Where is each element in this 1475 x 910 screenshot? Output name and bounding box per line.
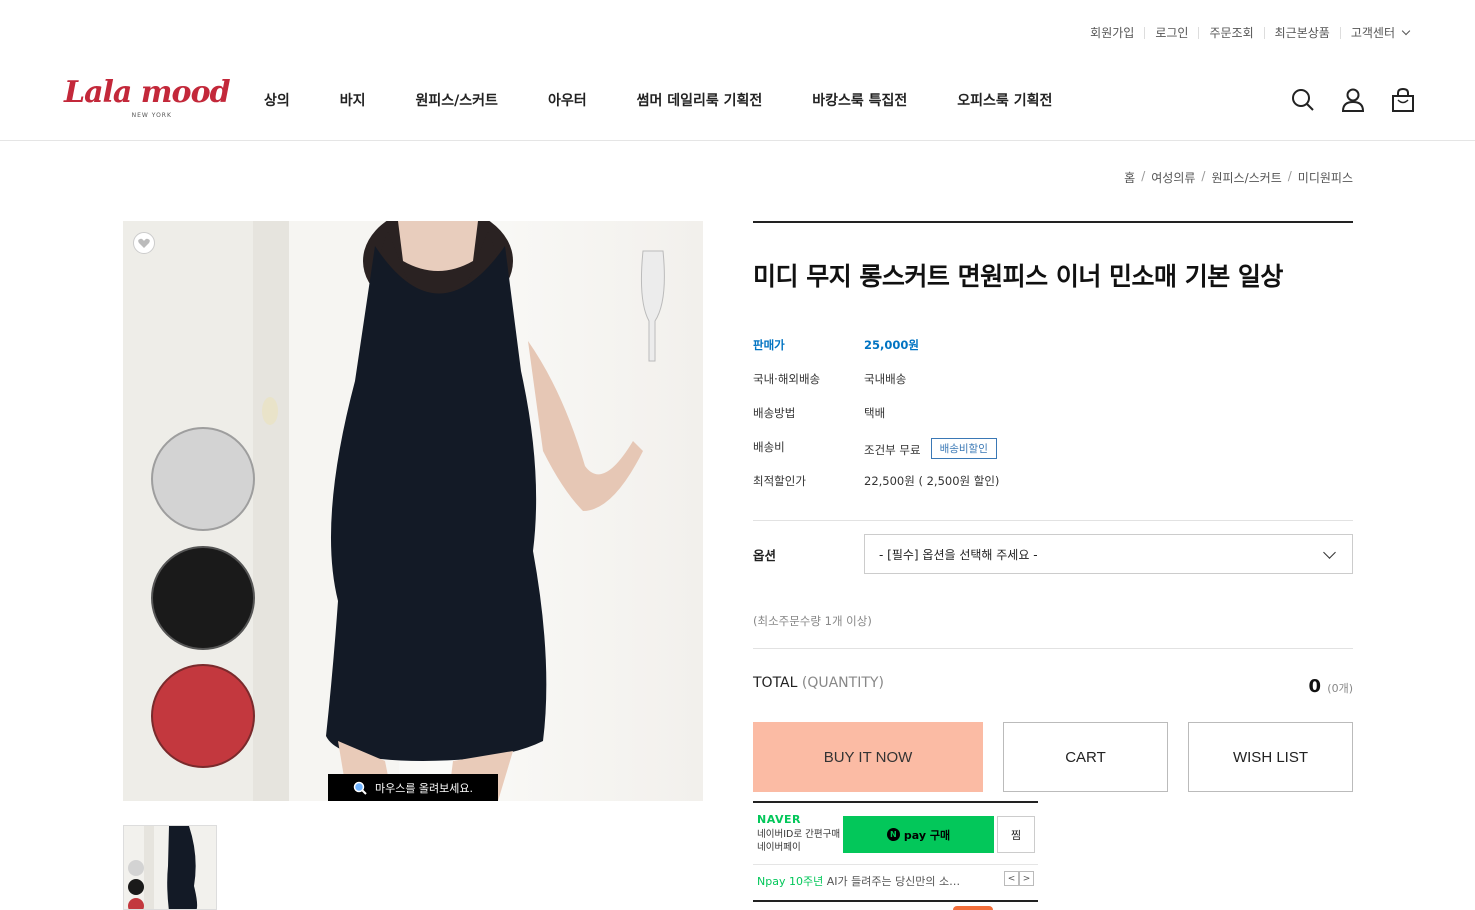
- total-quantity-text: (QUANTITY): [801, 675, 884, 691]
- spec-value: 22,500원 ( 2,500원 할인): [864, 474, 1000, 488]
- nav-item-tops[interactable]: 상의: [264, 90, 290, 110]
- breadcrumb-home[interactable]: 홈: [1124, 169, 1135, 186]
- header-icons: [1289, 86, 1417, 114]
- total-count: (0개): [1327, 682, 1353, 695]
- spec-row-price: 판매가 25,000원: [753, 337, 1353, 371]
- nav-item-summer-daily[interactable]: 썸머 데일리룩 기획전: [637, 90, 763, 110]
- naver-brand: NAVER: [757, 813, 801, 826]
- naver-promo[interactable]: Npay 10주년 AI가 들려주는 당신만의 소…: [757, 873, 960, 889]
- spec-key: 배송비: [753, 440, 785, 454]
- divider: [753, 648, 1353, 649]
- naver-badge-partial: [953, 906, 993, 910]
- nav-item-office[interactable]: 오피스룩 기획전: [957, 90, 1052, 110]
- product-photo: [123, 221, 665, 801]
- nav-item-vacation[interactable]: 바캉스룩 특집전: [812, 90, 907, 110]
- spec-value: 25,000원: [864, 338, 919, 352]
- naver-desc-line1: 네이버ID로 간편구매: [757, 829, 841, 840]
- naver-pay-box: NAVER 네이버ID로 간편구매 네이버페이 N pay 구매 찜 Npay …: [753, 801, 1038, 910]
- breadcrumb-womens[interactable]: 여성의류: [1151, 169, 1195, 186]
- naver-promo-highlight: Npay 10주년: [757, 875, 824, 888]
- product-main-image[interactable]: [123, 221, 703, 801]
- product-thumbnail[interactable]: [123, 825, 217, 910]
- naver-pay-buy-button[interactable]: N pay 구매: [843, 816, 994, 853]
- option-label: 옵션: [753, 548, 777, 563]
- chevron-down-icon: [1323, 546, 1336, 559]
- spec-key: 최적할인가: [753, 474, 806, 488]
- nav-item-outer[interactable]: 아우터: [548, 90, 587, 110]
- buy-now-button[interactable]: BUY IT NOW: [753, 722, 983, 792]
- spec-key: 국내·해외배송: [753, 372, 821, 386]
- spec-value: 국내배송: [864, 372, 907, 386]
- total-text: TOTAL: [753, 675, 798, 691]
- min-order-note: (최소주문수량 1개 이상): [753, 614, 872, 628]
- logo-subtext: NEW YORK: [131, 112, 172, 119]
- order-lookup-link[interactable]: 주문조회: [1198, 27, 1263, 39]
- cart-button[interactable]: CART: [1003, 722, 1168, 792]
- naver-pay-buy-label: pay 구매: [903, 828, 951, 842]
- chevron-down-icon: [1401, 26, 1411, 36]
- total-value: 0 (0개): [1308, 676, 1353, 697]
- top-utility-links: 회원가입 로그인 주문조회 최근본상품 고객센터: [1080, 26, 1419, 40]
- logo-text: Lala mood: [64, 75, 231, 110]
- spec-row-best-discount: 최적할인가 22,500원 ( 2,500원 할인): [753, 473, 1353, 507]
- swatch-red: [151, 664, 255, 768]
- login-link[interactable]: 로그인: [1144, 27, 1198, 39]
- option-select[interactable]: - [필수] 옵션을 선택해 주세요 -: [864, 534, 1353, 574]
- naver-pay-description: 네이버ID로 간편구매 네이버페이: [757, 828, 840, 854]
- recent-items-link[interactable]: 최근본상품: [1263, 27, 1340, 39]
- chevron-right-icon[interactable]: >: [1019, 871, 1034, 886]
- product-specs: 판매가 25,000원 국내·해외배송 국내배송 배송방법 택배 배송비 조건부…: [753, 337, 1353, 507]
- zoom-hint-text: 마우스를 올려보세요.: [374, 781, 474, 795]
- breadcrumb-dresses[interactable]: 원피스/스커트: [1211, 169, 1281, 186]
- product-title: 미디 무지 롱스커트 면원피스 이너 민소매 기본 일상: [753, 262, 1283, 291]
- customer-center-link[interactable]: 고객센터: [1339, 26, 1419, 40]
- naver-promo-text: AI가 들려주는 당신만의 소…: [826, 875, 961, 888]
- heart-icon[interactable]: [133, 232, 155, 254]
- product-info: 미디 무지 롱스커트 면원피스 이너 민소매 기본 일상 판매가 25,000원…: [753, 221, 1353, 507]
- wish-list-button[interactable]: WISH LIST: [1188, 722, 1353, 792]
- shipping-fee-value: 조건부 무료: [864, 442, 921, 457]
- swatch-light-gray: [151, 427, 255, 531]
- shipping-discount-badge[interactable]: 배송비할인: [930, 438, 997, 459]
- site-header: Lala mood NEW YORK 상의 바지 원피스/스커트 아우터 썸머 …: [0, 60, 1475, 141]
- spec-value: 택배: [864, 406, 886, 420]
- spec-row-delivery-method: 배송방법 택배: [753, 405, 1353, 439]
- customer-center-label: 고객센터: [1350, 26, 1395, 40]
- zoom-hint: 마우스를 올려보세요.: [328, 774, 498, 801]
- divider: [753, 520, 1353, 521]
- total-amount: 0: [1308, 676, 1322, 697]
- spec-row-shipping-fee: 배송비 조건부 무료 배송비할인: [753, 438, 1353, 473]
- spec-key: 판매가: [753, 338, 785, 352]
- cart-bag-icon[interactable]: [1389, 86, 1417, 114]
- naver-wish-button[interactable]: 찜: [997, 816, 1035, 853]
- spec-row-delivery-region: 국내·해외배송 국내배송: [753, 371, 1353, 405]
- chevron-left-icon[interactable]: <: [1004, 871, 1019, 886]
- nav-item-pants[interactable]: 바지: [340, 90, 366, 110]
- user-icon[interactable]: [1339, 86, 1367, 114]
- signup-link[interactable]: 회원가입: [1080, 27, 1144, 39]
- breadcrumb: 홈 / 여성의류 / 원피스/스커트 / 미디원피스: [1124, 169, 1353, 186]
- nav-item-dresses[interactable]: 원피스/스커트: [416, 90, 498, 110]
- magnifier-icon: [353, 781, 367, 795]
- main-nav: 상의 바지 원피스/스커트 아우터 썸머 데일리룩 기획전 바캉스룩 특집전 오…: [264, 90, 1102, 110]
- spec-key: 배송방법: [753, 406, 796, 420]
- swatch-black: [151, 546, 255, 650]
- naver-promo-arrows: < >: [1004, 871, 1034, 886]
- total-label: TOTAL (QUANTITY): [753, 675, 884, 691]
- naver-desc-line2: 네이버페이: [757, 842, 801, 853]
- option-selected-text: - [필수] 옵션을 선택해 주세요 -: [879, 547, 1038, 562]
- naver-n-icon: N: [886, 828, 900, 841]
- spec-value: 조건부 무료 배송비할인: [864, 438, 997, 460]
- brand-logo[interactable]: Lala mood NEW YORK: [64, 75, 231, 120]
- search-icon[interactable]: [1289, 86, 1317, 114]
- breadcrumb-midi[interactable]: 미디원피스: [1298, 169, 1353, 186]
